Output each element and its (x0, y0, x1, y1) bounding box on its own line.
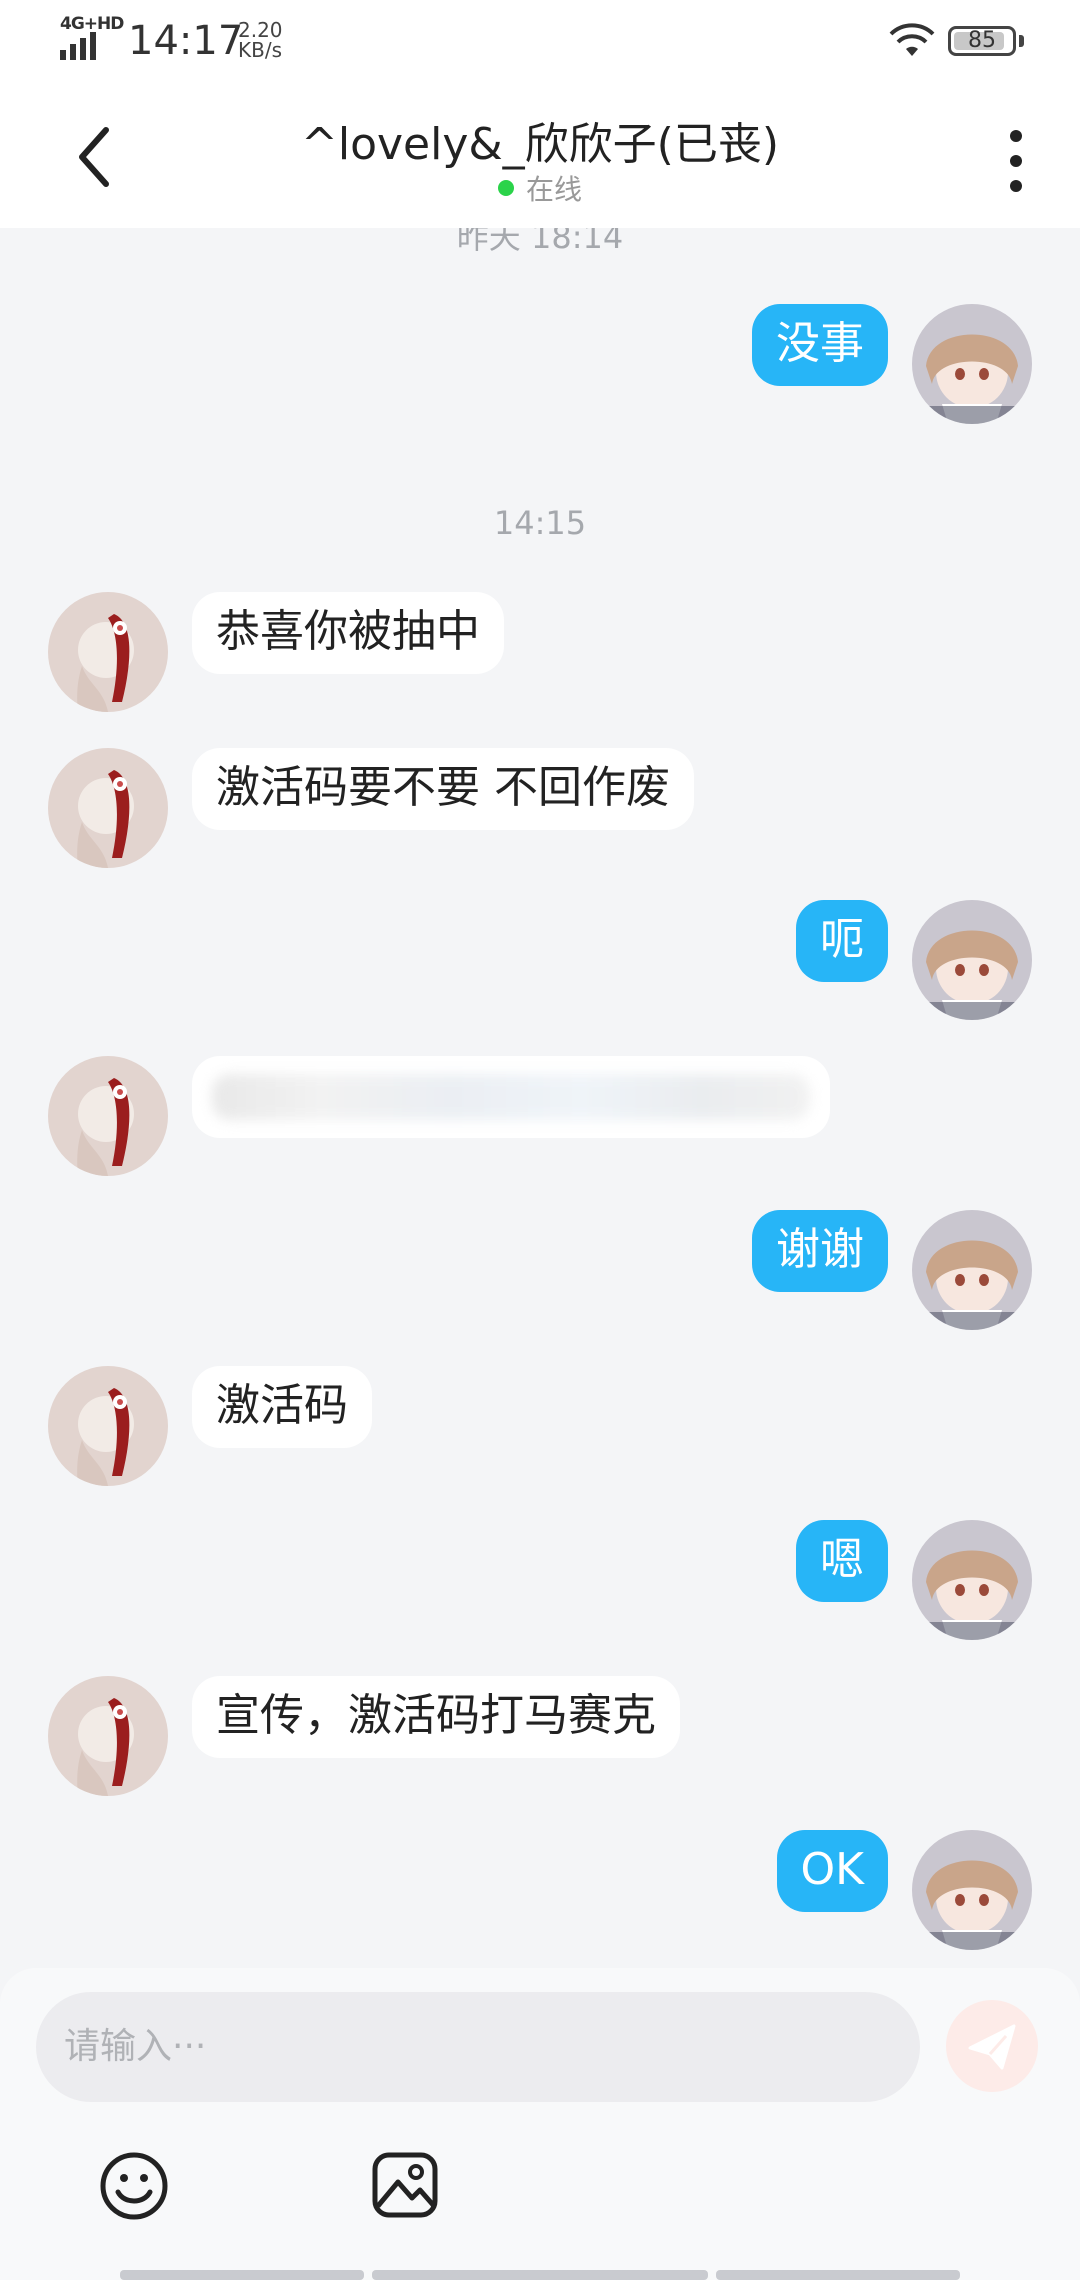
outgoing-message[interactable]: 没事 (752, 304, 888, 386)
contact-avatar[interactable] (48, 592, 168, 712)
message-input[interactable]: 请输入··· (36, 1992, 920, 2102)
incoming-message[interactable]: 激活码要不要 不回作废 (192, 748, 694, 830)
gesture-bar-segment (120, 2270, 364, 2280)
message-composer: 请输入··· (0, 1968, 1080, 2280)
mosaic-redaction (212, 1074, 810, 1120)
incoming-message[interactable]: 激活码 (192, 1366, 372, 1448)
status-bar: 4G+HD 14:17 2.20 KB/s 85 (0, 0, 1080, 80)
outgoing-message[interactable]: 呃 (796, 900, 888, 982)
timestamp: 昨天 18:14 (456, 228, 624, 256)
contact-avatar[interactable] (48, 748, 168, 868)
outgoing-message[interactable]: 谢谢 (752, 1210, 888, 1292)
send-button[interactable] (946, 2000, 1038, 2092)
image-icon[interactable] (370, 2150, 440, 2220)
outgoing-message[interactable]: 嗯 (796, 1520, 888, 1602)
online-status-label: 在线 (525, 173, 582, 206)
my-avatar[interactable] (912, 900, 1032, 1020)
battery-icon: 85 (948, 26, 1016, 56)
contact-avatar[interactable] (48, 1676, 168, 1796)
network-speed: 2.20 KB/s (238, 20, 283, 60)
online-dot-icon (497, 180, 514, 196)
gesture-bar-segment (716, 2270, 960, 2280)
redacted-message[interactable] (192, 1056, 830, 1138)
gesture-bar-segment (372, 2270, 708, 2280)
chat-screen: 4G+HD 14:17 2.20 KB/s 85 ^lovely&_欣欣子(已丧… (0, 0, 1080, 2280)
battery-cap (1019, 35, 1024, 47)
online-status: 在线 (0, 168, 1080, 208)
emoji-icon[interactable] (98, 2150, 170, 2222)
send-icon (968, 2024, 1016, 2070)
contact-avatar[interactable] (48, 1366, 168, 1486)
battery-percent: 85 (968, 28, 996, 53)
status-time: 14:17 (128, 18, 244, 64)
incoming-message[interactable]: 宣传，激活码打马赛克 (192, 1676, 680, 1758)
wifi-icon (889, 23, 935, 56)
my-avatar[interactable] (912, 1830, 1032, 1950)
gesture-bar (0, 2270, 1080, 2280)
speed-unit: KB/s (238, 38, 282, 62)
my-avatar[interactable] (912, 1520, 1032, 1640)
my-avatar[interactable] (912, 304, 1032, 424)
contact-name: ^lovely&_欣欣子(已丧) (300, 119, 780, 170)
timestamp: 14:15 (493, 504, 587, 542)
contact-avatar[interactable] (48, 1056, 168, 1176)
my-avatar[interactable] (912, 1210, 1032, 1330)
outgoing-message[interactable]: OK (776, 1830, 888, 1912)
message-list[interactable]: 昨天 18:14 没事 14:15 恭喜你被抽中 激活码要不要 不回作废 呃 谢… (0, 228, 1080, 1968)
more-vertical-icon[interactable] (996, 126, 1036, 196)
chat-header: ^lovely&_欣欣子(已丧) 在线 (0, 80, 1080, 228)
signal-icon (60, 32, 96, 60)
incoming-message[interactable]: 恭喜你被抽中 (192, 592, 504, 674)
